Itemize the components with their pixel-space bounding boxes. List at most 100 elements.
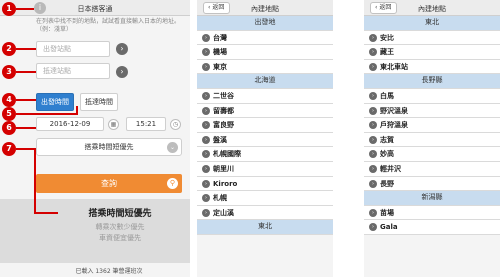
annotation-line <box>16 113 78 115</box>
list-item-label: 機場 <box>213 48 227 57</box>
list-title: 內建地點 <box>251 5 279 13</box>
status-text: 已載入 1362 筆營運班次 <box>75 268 143 275</box>
list-item[interactable]: › 輕井沢 <box>364 161 500 177</box>
chevron-right-icon: › <box>202 179 210 188</box>
chevron-right-icon: › <box>202 33 210 42</box>
dropdown-option[interactable]: 車資便宜優先 <box>60 233 180 243</box>
list-item[interactable]: › 機場 <box>197 45 333 60</box>
list-title: 內建地點 <box>418 5 446 13</box>
tab-departure-time[interactable]: 出發時間 <box>36 93 74 111</box>
departure-input[interactable]: 出發站點 <box>36 41 110 57</box>
chevron-right-icon: › <box>369 223 377 232</box>
annotation-line <box>16 8 34 10</box>
list-item[interactable]: › 盤溪 <box>197 132 333 148</box>
clock-icon[interactable]: ◷ <box>170 119 181 130</box>
list-item[interactable]: › 札幌國際 <box>197 147 333 162</box>
list-item[interactable]: › 定山溪 <box>197 205 333 221</box>
location-list-panel-2: ‹ 返回 內建地點 東北 › 安比 › 藏王 › 東北車站 長野縣 › 白馬 › 野沢溫泉 › 戶狩溫泉 ›… <box>364 0 500 277</box>
list-item-label: 妙高 <box>380 150 394 159</box>
list-item-label: 東京 <box>213 62 227 71</box>
chevron-right-icon: › <box>202 164 210 173</box>
list-item-label: 野沢溫泉 <box>380 106 408 115</box>
list-item[interactable]: › 台灣 <box>197 30 333 46</box>
annotation-line <box>16 48 36 50</box>
location-list-panel-1: ‹ 返回 內建地點 出發地 › 台灣 › 機場 › 東京 北海道 › 二世谷 › 留壽都 › 富良野 › 盤溪… <box>197 0 333 277</box>
list-item-label: 盤溪 <box>213 135 227 144</box>
section-header: 北海道 <box>197 74 333 89</box>
annotation-line <box>76 106 78 115</box>
list-item-label: 戶狩溫泉 <box>380 121 408 130</box>
list-item-label: 札幌 <box>213 194 227 203</box>
annotation-marker-7: 7 <box>2 142 16 156</box>
calendar-icon[interactable]: ▦ <box>108 119 119 130</box>
chevron-right-icon: › <box>202 106 210 115</box>
list-item[interactable]: › 留壽都 <box>197 103 333 119</box>
list-item[interactable]: › Gala <box>364 220 500 235</box>
list-item-label: 札幌國際 <box>213 150 241 159</box>
chevron-right-icon: › <box>369 106 377 115</box>
chevron-right-icon: › <box>369 48 377 57</box>
list-item[interactable]: › 妙高 <box>364 147 500 162</box>
chevron-right-icon: › <box>369 135 377 144</box>
location-list: 東北 › 安比 › 藏王 › 東北車站 長野縣 › 白馬 › 野沢溫泉 › 戶狩溫泉 › 志賀 › 妙高 › 輕井沢 ›… <box>364 16 500 235</box>
list-item[interactable]: › 二世谷 <box>197 88 333 104</box>
date-field[interactable]: 2016-12-09 <box>36 117 104 131</box>
list-header: ‹ 返回 內建地點 <box>364 0 500 16</box>
time-field[interactable]: 15:21 <box>126 117 166 131</box>
search-form-panel: i 日本搭客通 在列表中找不到的地點，試試看直接輸入日本的地址。（例：淺草） 出… <box>0 0 190 277</box>
annotation-line <box>16 127 36 129</box>
list-item[interactable]: › 札幌 <box>197 191 333 206</box>
list-item[interactable]: › 富良野 <box>197 118 333 133</box>
list-item-label: 朝里川 <box>213 164 234 173</box>
dropdown-selected-option[interactable]: 搭乘時間短優先 <box>60 206 180 219</box>
arrival-picker-button[interactable]: › <box>116 66 128 78</box>
search-icon: ⚲ <box>167 178 178 189</box>
search-button-label: 查詢 <box>101 179 117 188</box>
chevron-right-icon: › <box>202 121 210 130</box>
departure-picker-button[interactable]: › <box>116 43 128 55</box>
list-item-label: Kiroro <box>213 179 238 188</box>
search-button[interactable]: 查詢 ⚲ <box>36 174 182 193</box>
chevron-right-icon: › <box>202 62 210 71</box>
list-item-label: 安比 <box>380 33 394 42</box>
list-item[interactable]: › 長野 <box>364 176 500 192</box>
list-item[interactable]: › 苗場 <box>364 205 500 221</box>
chevron-right-icon: › <box>202 208 210 217</box>
list-item-label: 志賀 <box>380 135 394 144</box>
sort-select[interactable]: 搭乘時間短優先 ⌄ <box>36 138 182 156</box>
chevron-right-icon: › <box>202 150 210 159</box>
list-item[interactable]: › 志賀 <box>364 132 500 148</box>
section-header: 出發地 <box>197 16 333 31</box>
list-item[interactable]: › 戶狩溫泉 <box>364 118 500 133</box>
chevron-right-icon: › <box>202 194 210 203</box>
annotation-line <box>16 148 36 150</box>
annotation-line <box>16 99 36 101</box>
list-item[interactable]: › 東北車站 <box>364 59 500 75</box>
list-item-label: 藏王 <box>380 48 394 57</box>
annotation-marker-3: 3 <box>2 65 16 79</box>
annotation-line <box>34 212 58 214</box>
list-item[interactable]: › 野沢溫泉 <box>364 103 500 119</box>
tab-arrival-time[interactable]: 抵達時間 <box>80 93 118 111</box>
annotation-marker-1: 1 <box>2 2 16 16</box>
chevron-right-icon: › <box>202 135 210 144</box>
list-item-label: 二世谷 <box>213 91 234 100</box>
chevron-right-icon: › <box>369 179 377 188</box>
list-item[interactable]: › 安比 <box>364 30 500 46</box>
annotation-marker-5: 5 <box>2 107 16 121</box>
list-item-label: 台灣 <box>213 33 227 42</box>
list-item[interactable]: › 東京 <box>197 59 333 75</box>
list-item[interactable]: › Kiroro <box>197 176 333 192</box>
list-item[interactable]: › 白馬 <box>364 88 500 104</box>
location-list: 出發地 › 台灣 › 機場 › 東京 北海道 › 二世谷 › 留壽都 › 富良野 › 盤溪 › 札幌國際 › 朝里川 ›… <box>197 16 333 235</box>
arrival-input[interactable]: 抵達站點 <box>36 63 110 79</box>
list-item-label: 長野 <box>380 179 394 188</box>
chevron-right-icon: › <box>369 121 377 130</box>
chevron-right-icon: › <box>369 91 377 100</box>
list-item[interactable]: › 藏王 <box>364 45 500 60</box>
list-item[interactable]: › 朝里川 <box>197 161 333 177</box>
section-header: 東北 <box>364 16 500 31</box>
chevron-down-icon: ⌄ <box>167 142 178 153</box>
dropdown-option[interactable]: 轉乘次數少優先 <box>60 222 180 232</box>
annotation-marker-6: 6 <box>2 121 16 135</box>
